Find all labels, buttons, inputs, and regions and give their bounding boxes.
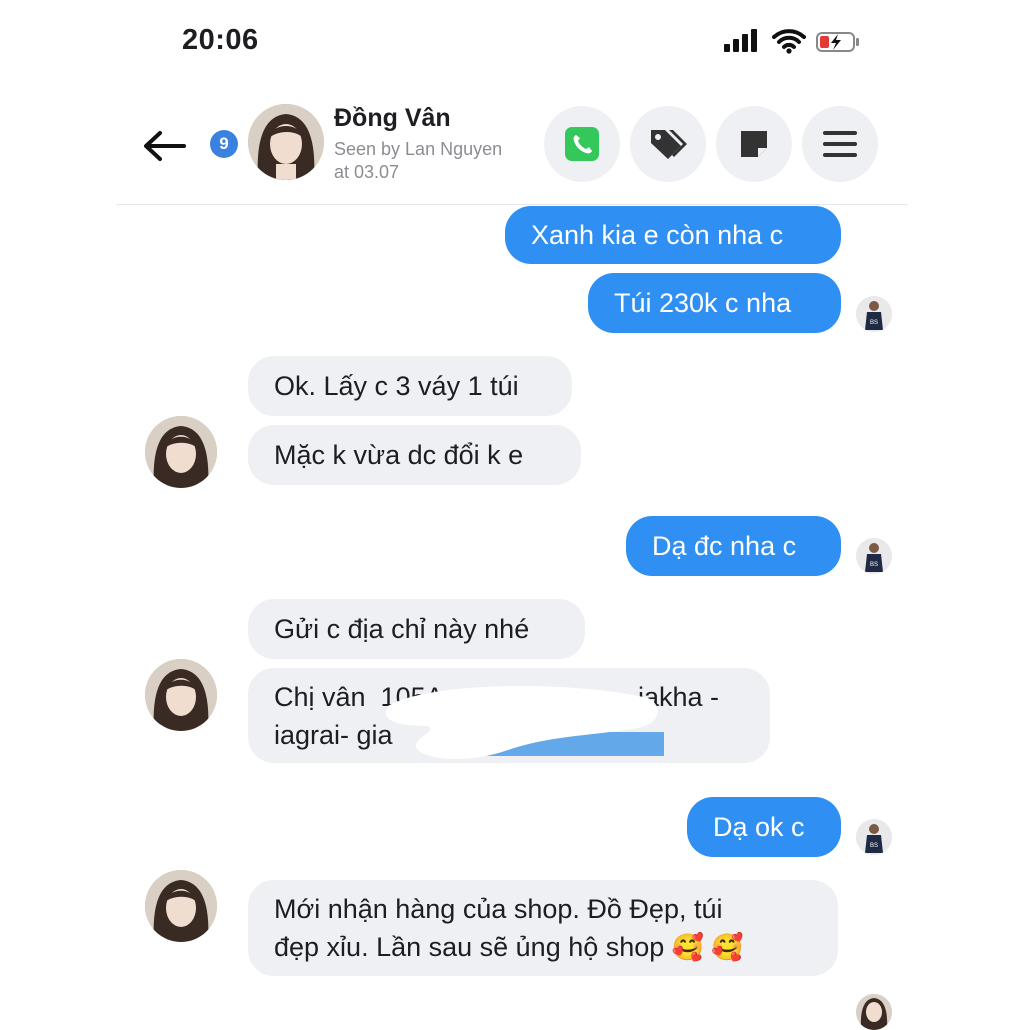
message-text: Dạ ok c: [713, 812, 805, 842]
message-bubble-incoming[interactable]: Mặc k vừa dc đổi k e: [248, 425, 581, 485]
message-bubble-outgoing[interactable]: Xanh kia e còn nha c: [505, 206, 841, 264]
message-text-line-2: đẹp xỉu. Lần sau sẽ ủng hộ shop: [274, 932, 665, 962]
call-button[interactable]: [544, 106, 620, 182]
phone-icon: [565, 127, 599, 161]
contact-avatar-small: [145, 870, 217, 942]
svg-text:BS: BS: [870, 843, 878, 849]
contact-name[interactable]: Đồng Vân: [334, 104, 451, 133]
redaction-smear: [386, 686, 664, 760]
message-bubble-outgoing[interactable]: Túi 230k c nha: [588, 273, 841, 333]
header-divider: [116, 204, 908, 205]
read-receipt-avatar: BS: [856, 538, 892, 574]
signal-icon: [724, 28, 762, 54]
status-icons: [724, 28, 874, 54]
message-text: Túi 230k c nha: [614, 288, 792, 318]
read-receipt-avatar: BS: [856, 296, 892, 332]
message-text: Ok. Lấy c 3 váy 1 túi: [274, 371, 519, 401]
unread-count-badge: 9: [210, 130, 238, 158]
svg-text:BS: BS: [870, 320, 878, 326]
message-bubble-outgoing[interactable]: Dạ ok c: [687, 797, 841, 857]
seen-line-2: at 03.07: [334, 162, 400, 182]
message-bubble-incoming-address[interactable]: Chị vân 105A iakha - iagrai- gia: [248, 668, 770, 763]
battery-charging-icon: [816, 32, 859, 52]
message-text: Dạ đc nha c: [652, 531, 797, 561]
message-bubble-incoming[interactable]: Mới nhận hàng của shop. Đồ Đẹp, túi đẹp …: [248, 880, 838, 976]
message-bubble-outgoing[interactable]: Dạ đc nha c: [626, 516, 841, 576]
message-bubble-incoming[interactable]: Ok. Lấy c 3 váy 1 túi: [248, 356, 572, 416]
message-text: Mặc k vừa dc đổi k e: [274, 440, 524, 470]
message-text: Xanh kia e còn nha c: [531, 220, 784, 250]
tag-icon: [651, 130, 687, 159]
notes-button[interactable]: [716, 106, 792, 182]
contact-avatar[interactable]: [248, 104, 324, 180]
menu-icon: [823, 131, 857, 157]
contact-avatar-small: [145, 659, 217, 731]
menu-button[interactable]: [802, 106, 878, 182]
message-bubble-incoming[interactable]: Gửi c địa chỉ này nhé: [248, 599, 585, 659]
back-arrow-icon[interactable]: [140, 128, 188, 164]
emoji: 🥰 🥰: [671, 932, 744, 962]
note-icon: [741, 131, 767, 157]
message-text: Gửi c địa chỉ này nhé: [274, 614, 530, 644]
status-time: 20:06: [182, 24, 259, 56]
contact-avatar-small: [145, 416, 217, 488]
wifi-icon: [772, 29, 806, 54]
tags-button[interactable]: [630, 106, 706, 182]
seen-line-1: Seen by Lan Nguyen: [334, 139, 503, 159]
read-receipt-avatar: BS: [856, 819, 892, 855]
seen-status: Seen by Lan Nguyen at 03.07: [334, 138, 534, 184]
svg-text:BS: BS: [870, 562, 878, 568]
seen-avatar: [856, 994, 892, 1030]
message-text-line-1: Mới nhận hàng của shop. Đồ Đẹp, túi: [274, 894, 723, 924]
